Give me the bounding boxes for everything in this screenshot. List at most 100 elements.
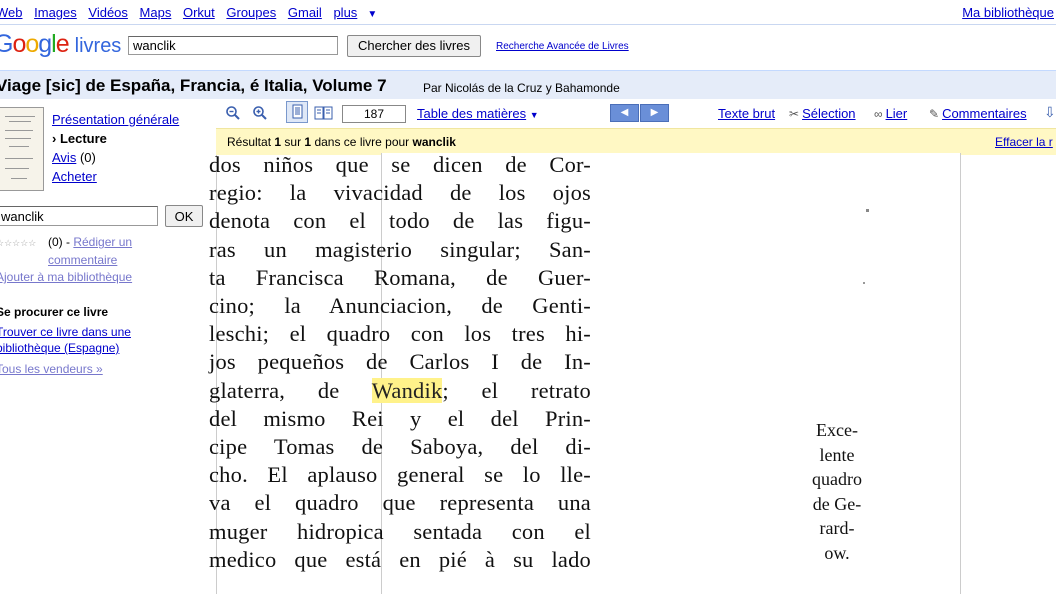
result-prefix: Résultat: [227, 135, 272, 149]
scan-text: ta Francisca Romana, de Guer-: [209, 264, 591, 290]
margin-note-line: lente: [819, 444, 855, 465]
link-tool[interactable]: ∞ Lier: [874, 106, 907, 121]
add-to-library-link[interactable]: Ajouter à ma bibliothèque: [0, 270, 132, 284]
scan-line: dos niños que se dicen de Cor-: [209, 151, 591, 179]
margin-note-line: de Ge-: [812, 493, 862, 514]
scan-text: regio: la vivacidad de los ojos: [209, 180, 591, 206]
arrow-left-icon: ◀: [620, 107, 629, 118]
nav-web[interactable]: Web: [0, 5, 23, 20]
scan-line: va el quadro que representa una: [209, 489, 591, 517]
scan-text: cino; la Anunciacion, de Genti-: [209, 293, 591, 319]
two-page-view-icon[interactable]: [314, 105, 334, 121]
search-in-book-input[interactable]: [0, 206, 158, 226]
scan-text: va el quadro que representa una: [209, 490, 591, 516]
margin-note-line: rard-: [819, 518, 855, 538]
result-middle: dans ce livre pour: [314, 135, 410, 149]
previous-page-button[interactable]: ◀: [610, 104, 639, 122]
page-number-input[interactable]: [342, 105, 406, 123]
scan-line: del mismo Rei y el del Prin-: [209, 405, 591, 433]
reviews-count: (0): [79, 150, 96, 165]
result-query: wanclik: [412, 135, 456, 149]
menu-buy[interactable]: Acheter: [52, 169, 97, 184]
rating-count: (0) -: [48, 235, 70, 249]
divider: [0, 24, 1056, 25]
scan-text: muger hidropica sentada con el: [209, 518, 591, 544]
result-summary: Résultat 1 sur 1 dans ce livre pour wanc…: [227, 135, 456, 149]
next-page-button[interactable]: ▶: [640, 104, 669, 122]
nav-videos[interactable]: Vidéos: [88, 5, 128, 20]
download-icon[interactable]: ⇩: [1044, 104, 1056, 121]
star-rating-icon[interactable]: ☆☆☆☆☆: [0, 238, 36, 248]
clear-search-link[interactable]: Effacer la r: [995, 135, 1053, 149]
my-library-link[interactable]: Ma bibliothèque: [962, 5, 1054, 20]
pencil-note-icon: ✎: [929, 107, 940, 121]
scan-line: cipe Tomas de Saboya, del di-: [209, 433, 591, 461]
nav-orkut[interactable]: Orkut: [183, 5, 215, 20]
nav-plus[interactable]: plus ▼: [333, 5, 385, 20]
scan-text: medico que está en pié à su lado: [209, 546, 591, 572]
scan-text: cho. El aplauso general se lo lle-: [209, 462, 591, 488]
scan-line: denota con el todo de las figu-: [209, 207, 591, 235]
rating-line: (0) - Rédiger un commentaire: [48, 233, 178, 269]
book-menu: Présentation générale › Lecture Avis (0)…: [52, 110, 179, 186]
scan-line: muger hidropica sentada con el: [209, 518, 591, 546]
scan-speck: [863, 282, 865, 284]
scan-line: glaterra, de Wandik; el retrato: [209, 377, 591, 405]
google-nav: Web Images Vidéos Maps Orkut Groupes Gma…: [0, 5, 393, 20]
search-books-button[interactable]: Chercher des livres: [347, 35, 481, 57]
get-book-heading: Se procurer ce livre: [0, 305, 109, 319]
toc-label[interactable]: Table des matières: [417, 106, 526, 121]
advanced-search-link[interactable]: Recherche Avancée de Livres: [496, 41, 629, 52]
scan-line: medico que está en pié à su lado: [209, 546, 591, 574]
scan-text: jos pequeños de Carlos I de In-: [209, 349, 591, 375]
scan-text: ; el retrato: [442, 377, 591, 403]
logo-livres-text: livres: [74, 35, 122, 57]
comments-label[interactable]: Commentaires: [942, 106, 1027, 121]
chevron-down-icon[interactable]: ▼: [530, 110, 539, 120]
single-page-view-button[interactable]: [286, 101, 308, 123]
zoom-in-icon[interactable]: [252, 105, 268, 121]
result-total: 1: [304, 135, 312, 149]
book-title: Viage [sic] de España, Francia, é Italia…: [0, 76, 387, 95]
scan-text: cipe Tomas de Saboya, del di-: [209, 434, 591, 460]
menu-overview[interactable]: Présentation générale: [52, 112, 179, 127]
arrow-right-icon: ▶: [650, 107, 659, 118]
link-icon: ∞: [874, 107, 883, 121]
scan-speck: [866, 209, 869, 212]
all-sellers-link[interactable]: Tous les vendeurs »: [0, 362, 103, 376]
menu-reviews[interactable]: Avis: [52, 150, 76, 165]
book-search-input[interactable]: [128, 36, 338, 55]
selection-tool[interactable]: ✂ Sélection: [789, 106, 856, 121]
link-label[interactable]: Lier: [886, 106, 908, 121]
search-highlight: Wandik: [371, 377, 443, 403]
nav-gmail[interactable]: Gmail: [288, 5, 322, 20]
result-sur: sur: [284, 135, 302, 149]
book-title-bar: Viage [sic] de España, Francia, é Italia…: [0, 70, 1056, 99]
scan-text: leschi; el quadro con los tres hi-: [209, 321, 591, 347]
chevron-down-icon[interactable]: ▼: [367, 9, 377, 20]
scan-line: jos pequeños de Carlos I de In-: [209, 348, 591, 376]
find-in-library-link[interactable]: Trouver ce livre dans une bibliothèque (…: [0, 324, 146, 356]
nav-plus-label[interactable]: plus: [333, 5, 357, 20]
comments-tool[interactable]: ✎ Commentaires: [929, 106, 1027, 121]
plain-text-link[interactable]: Texte brut: [718, 106, 775, 121]
top-bar: Web Images Vidéos Maps Orkut Groupes Gma…: [0, 0, 1056, 24]
scan-line: cho. El aplauso general se lo lle-: [209, 461, 591, 489]
scan-text: glaterra, de: [209, 377, 372, 403]
table-of-contents-menu[interactable]: Table des matières ▼: [417, 106, 539, 121]
margin-note-line: ow.: [824, 542, 850, 563]
scan-line: leschi; el quadro con los tres hi-: [209, 320, 591, 348]
margin-note: Exce-lente quadro de Ge-rard-ow.: [802, 418, 872, 565]
search-in-book-ok-button[interactable]: OK: [165, 205, 203, 227]
zoom-out-icon[interactable]: [225, 105, 241, 121]
nav-maps[interactable]: Maps: [140, 5, 172, 20]
nav-groupes[interactable]: Groupes: [226, 5, 276, 20]
scan-text: ras un magisterio singular; San-: [209, 236, 591, 262]
google-books-logo[interactable]: Google livres: [0, 30, 121, 59]
scissors-icon: ✂: [789, 107, 800, 121]
selection-label[interactable]: Sélection: [802, 106, 855, 121]
book-cover-thumbnail[interactable]: [0, 107, 44, 191]
page-scan-text: dos niños que se dicen de Cor-regio: la …: [209, 151, 809, 574]
nav-images[interactable]: Images: [34, 5, 77, 20]
rating-block: ☆☆☆☆☆ (0) - Rédiger un commentaire: [0, 233, 211, 267]
